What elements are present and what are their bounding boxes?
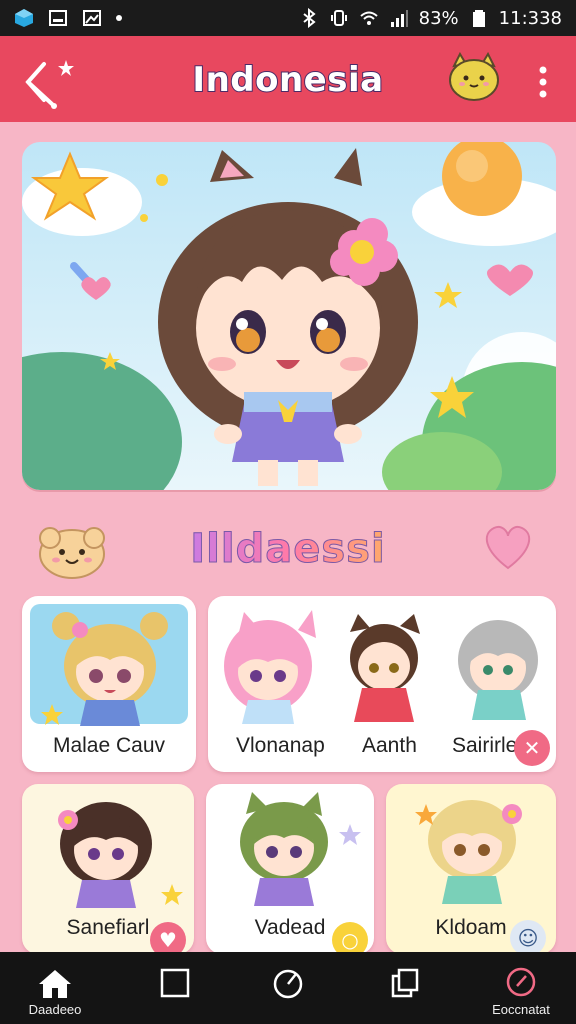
chat-icon[interactable]: ○ [332, 922, 368, 954]
character-card[interactable]: Malae Cauv [22, 596, 196, 772]
hero-banner[interactable] [22, 142, 556, 490]
nav-label: Eoccnatat [492, 1002, 550, 1017]
signal-icon [390, 10, 408, 27]
battery-icon [472, 10, 485, 27]
clock-time: 11:338 [498, 7, 562, 29]
card-name: Vlonanap [236, 734, 325, 757]
bluetooth-icon [303, 8, 316, 28]
hero-chibi-girl-illustration [22, 142, 556, 490]
status-bar: 83% 11:338 [0, 0, 576, 36]
record-icon [506, 967, 536, 997]
card-label: Malae Cauv [52, 734, 166, 757]
copy-icon [391, 968, 419, 998]
vibrate-icon [330, 10, 347, 26]
card-name: Aanth [362, 734, 417, 757]
nav-label: Daadeeo [28, 1002, 82, 1017]
nav-item-copy[interactable] [350, 952, 460, 1024]
nav-item-record[interactable]: Eoccnatat [466, 952, 576, 1024]
card-name: Sairirle [452, 734, 518, 757]
app-bar: Indonesia [0, 36, 576, 122]
compass-icon [273, 969, 303, 999]
wifi-icon [359, 11, 378, 25]
home-icon [39, 970, 71, 998]
nav-item-square[interactable] [120, 952, 230, 1024]
nav-item-home[interactable]: Daadeeo [0, 952, 110, 1024]
gallery-icon [83, 10, 101, 26]
bottom-nav-bar: Daadeeo Eoccnatat [0, 952, 576, 1024]
battery-percent: 83% [418, 7, 459, 29]
more-menu-icon[interactable] [530, 62, 556, 102]
square-icon [160, 968, 190, 998]
heart-icon[interactable] [480, 520, 536, 572]
close-icon[interactable]: ✕ [514, 730, 550, 766]
cat-mascot-icon[interactable] [446, 52, 502, 104]
avatar-icon[interactable]: ☺ [510, 920, 546, 954]
section-heading-row: Illdaessi [0, 508, 576, 588]
nav-item-compass[interactable] [233, 952, 343, 1024]
notification-dot-icon [116, 15, 122, 21]
featured-character-card[interactable]: Vlonanap Aanth Sairirle ✕ [208, 596, 556, 772]
character-card[interactable]: Sanefiarl ♥ [22, 784, 194, 954]
character-card[interactable]: Vadead ○ [206, 784, 374, 954]
bookmark-icon[interactable]: ♥ [150, 922, 186, 954]
app-cube-icon [15, 9, 33, 27]
character-card[interactable]: Kldoam ☺ [386, 784, 556, 954]
image-icon [49, 10, 67, 26]
